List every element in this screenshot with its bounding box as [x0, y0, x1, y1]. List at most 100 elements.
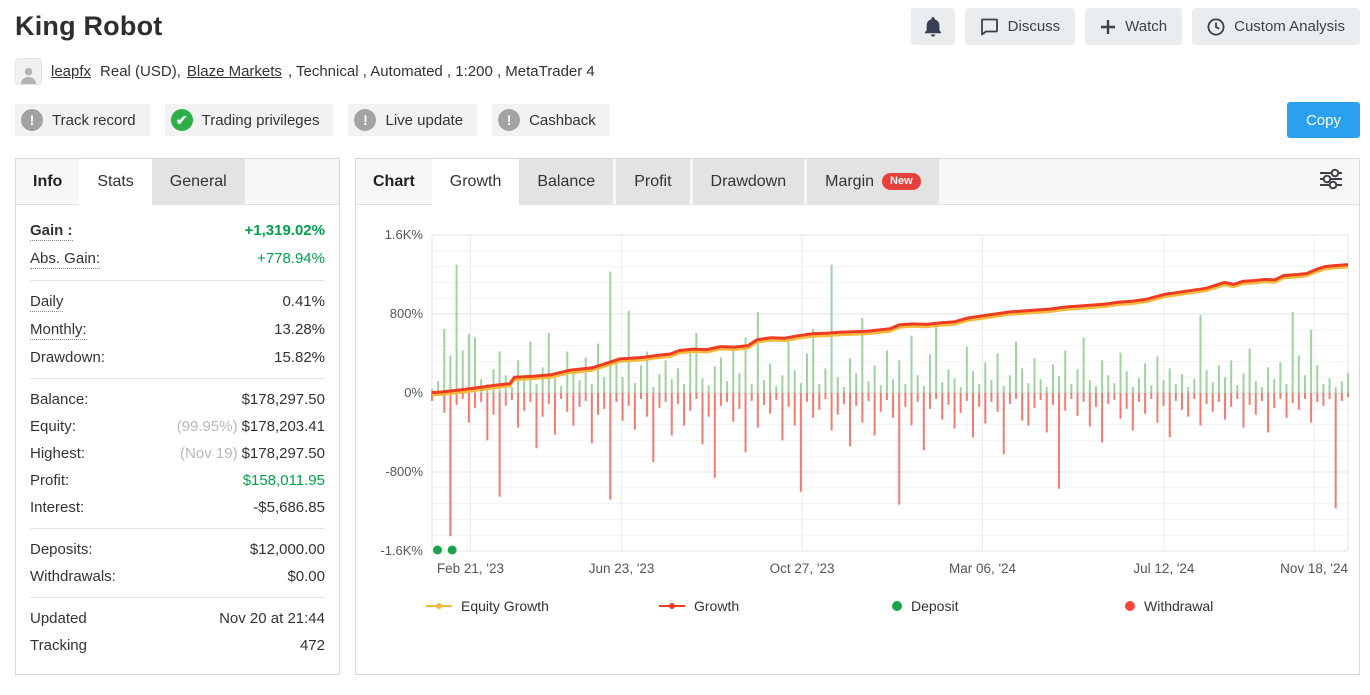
tab-label: General: [169, 172, 227, 190]
plus-icon: [1100, 19, 1116, 35]
stat-label: Interest:: [30, 499, 85, 516]
watch-label: Watch: [1125, 18, 1168, 35]
chart-panel-tabs: Chart Growth Balance Profit Drawdown Margin N…: [356, 159, 1359, 205]
info-panel-tabs: Info Stats General: [16, 159, 339, 205]
stat-label: Gain :: [30, 222, 73, 241]
broker-link[interactable]: Blaze Markets: [187, 63, 282, 80]
legend-dot-marker: [892, 601, 902, 611]
stats-group: Deposits: $12,000.00 Withdrawals: $0.00: [30, 528, 325, 597]
stat-value: +778.94%: [257, 250, 325, 267]
sliders-icon: [1319, 168, 1343, 195]
stats-row: Gain : +1,319.02%: [30, 217, 325, 245]
legend-item-equity-growth[interactable]: Equity Growth: [426, 598, 659, 614]
notifications-button[interactable]: [910, 8, 955, 45]
stats-group: Updated Nov 20 at 21:44 Tracking 472: [30, 597, 325, 666]
badge-trading-privileges[interactable]: ✔ Trading privileges: [164, 104, 334, 136]
stat-value-note: (Nov 19): [180, 445, 238, 462]
discuss-button[interactable]: Discuss: [964, 8, 1076, 45]
stats-table: Gain : +1,319.02% Abs. Gain: +778.94% Daily 0…: [16, 205, 339, 674]
page-title: King Robot: [15, 11, 163, 41]
stats-group: Balance: $178,297.50 Equity: (99.95%) $178,2…: [30, 378, 325, 528]
check-icon: ✔: [170, 109, 193, 131]
stats-row: Drawdown: 15.82%: [30, 344, 325, 371]
badge-label: Live update: [385, 111, 464, 129]
tab-label: Profit: [634, 172, 672, 190]
page: King Robot Discuss Watch Custom Analysis…: [0, 0, 1370, 675]
legend-item-growth[interactable]: Growth: [659, 598, 892, 614]
stat-value: (99.95%) $178,203.41: [176, 418, 325, 435]
header: King Robot Discuss Watch Custom Analysis: [15, 0, 1360, 45]
watch-button[interactable]: Watch: [1085, 8, 1183, 45]
stats-group: Daily 0.41% Monthly: 13.28% Drawdown: 15.82%: [30, 280, 325, 378]
verification-badges: ! Track record ✔ Trading privileges! Live up…: [15, 102, 1360, 138]
badge-track-record[interactable]: ! Track record: [15, 104, 150, 136]
stat-label: Equity:: [30, 418, 76, 435]
account-line: leapfx Real (USD), Blaze Markets , Techn…: [15, 58, 1360, 85]
custom-analysis-button[interactable]: Custom Analysis: [1192, 8, 1360, 45]
stats-row: Equity: (99.95%) $178,203.41: [30, 413, 325, 440]
stat-label: Highest:: [30, 445, 86, 462]
stat-label: Monthly:: [30, 321, 87, 340]
tab-growth[interactable]: Growth: [431, 159, 520, 204]
tab-label: Balance: [537, 172, 596, 190]
info-tabs: Stats General: [79, 159, 247, 204]
stat-value: $0.00: [287, 568, 325, 585]
exclamation-icon: !: [498, 109, 521, 131]
username-link[interactable]: leapfx: [51, 63, 91, 80]
legend-label: Deposit: [911, 598, 959, 614]
legend-item-deposit[interactable]: Deposit: [892, 598, 1125, 614]
growth-chart-svg: 1.6K% 800% 0% -800% -1.6K% Feb 21, '23 Jun 23,…: [380, 227, 1349, 576]
stat-label: Withdrawals:: [30, 568, 116, 585]
tab-margin[interactable]: Margin New: [807, 159, 939, 204]
svg-text:1.6K%: 1.6K%: [385, 227, 424, 242]
stats-group: Gain : +1,319.02% Abs. Gain: +778.94%: [30, 210, 325, 280]
custom-analysis-label: Custom Analysis: [1234, 18, 1345, 35]
chart-legend: Equity Growth Growth Deposit Withdrawal: [356, 592, 1359, 634]
legend-line-marker: [426, 603, 452, 609]
tab-label: Stats: [97, 172, 134, 190]
stats-row: Highest: (Nov 19) $178,297.50: [30, 440, 325, 467]
new-badge: New: [882, 173, 921, 190]
stat-label: Profit:: [30, 472, 70, 489]
tab-stats[interactable]: Stats: [79, 159, 152, 204]
copy-button[interactable]: Copy: [1286, 102, 1360, 138]
growth-chart-area[interactable]: 1.6K% 800% 0% -800% -1.6K% Feb 21, '23 Jun 23,…: [356, 205, 1359, 674]
stat-value: $12,000.00: [249, 541, 325, 558]
stat-label: Tracking: [30, 637, 87, 654]
bell-icon: [924, 16, 942, 37]
tab-balance[interactable]: Balance: [519, 159, 614, 204]
tab-profit[interactable]: Profit: [616, 159, 690, 204]
badge-cashback[interactable]: ! Cashback: [492, 104, 610, 136]
svg-text:Jun 23, '23: Jun 23, '23: [589, 561, 655, 576]
badge-label: Cashback: [529, 111, 596, 129]
stat-label: Updated: [30, 610, 87, 627]
legend-line-marker: [659, 603, 685, 609]
stats-row: Daily 0.41%: [30, 288, 325, 316]
chart-panel-label: Chart: [373, 172, 415, 190]
svg-text:Nov 18, '24: Nov 18, '24: [1280, 561, 1348, 576]
stat-value: +1,319.02%: [244, 222, 326, 239]
badge-label: Track record: [52, 111, 136, 129]
legend-label: Equity Growth: [461, 598, 549, 614]
svg-text:-1.6K%: -1.6K%: [380, 543, 423, 558]
tab-drawdown[interactable]: Drawdown: [692, 159, 805, 204]
clock-icon: [1207, 18, 1225, 36]
chat-icon: [980, 18, 999, 36]
chart-tabs: Growth Balance Profit Drawdown Margin New: [431, 159, 942, 204]
account-type: Real (USD),: [100, 63, 181, 80]
stat-value-note: (99.95%): [176, 418, 238, 435]
badge-label: Trading privileges: [201, 111, 320, 129]
tab-general[interactable]: General: [151, 159, 245, 204]
avatar[interactable]: [15, 58, 42, 85]
badge-live-update[interactable]: ! Live update: [348, 104, 478, 136]
svg-text:-800%: -800%: [385, 464, 423, 479]
legend-item-withdrawal[interactable]: Withdrawal: [1125, 598, 1358, 614]
stats-row: Balance: $178,297.50: [30, 386, 325, 413]
chart-settings-button[interactable]: [1303, 159, 1359, 204]
svg-text:Feb 21, '23: Feb 21, '23: [437, 561, 504, 576]
info-panel: Info Stats General Gain : +1,319.02% Abs. G…: [15, 158, 340, 675]
legend-dot-marker: [1125, 601, 1135, 611]
legend-label: Growth: [694, 598, 740, 614]
svg-text:800%: 800%: [390, 306, 424, 321]
svg-text:Jul 12, '24: Jul 12, '24: [1133, 561, 1195, 576]
